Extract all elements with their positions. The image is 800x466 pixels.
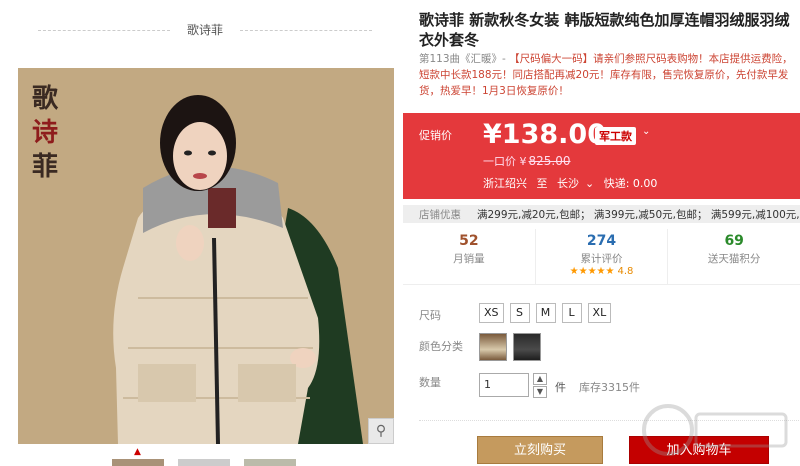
color-options [479, 333, 541, 361]
price-badge[interactable]: 军工款 [595, 127, 636, 145]
color-label: 颜色分类 [419, 340, 463, 353]
store-logo: 歌 诗 菲 [32, 82, 76, 184]
magnifier-icon[interactable]: ⚲ [368, 418, 394, 444]
thumbnail[interactable] [244, 459, 296, 466]
logo-char: 歌 [32, 84, 59, 114]
gallery: 歌诗菲 歌 诗 菲 ⚲ ▲ [0, 0, 405, 466]
stat-reviews[interactable]: 274 累计评价 ★★★★★ 4.8 [536, 229, 669, 284]
rating-stars: ★★★★★ 4.8 [536, 266, 668, 277]
product-page: 歌诗菲 歌 诗 菲 ⚲ ▲ 歌诗菲 新款秋冬女装 韩版短款纯色加厚连帽羽绒服羽绒… [0, 0, 800, 466]
stats-row: 52 月销量 274 累计评价 ★★★★★ 4.8 69 送天猫积分 [403, 229, 800, 285]
stat-points: 69 送天猫积分 [668, 229, 800, 284]
stat-label: 月销量 [453, 253, 485, 265]
ship-to-word: 至 [536, 177, 548, 190]
size-option[interactable]: XL [587, 303, 612, 323]
logo-char: 诗 [32, 118, 59, 148]
original-price: 一口价 ¥825.00 [483, 153, 571, 169]
size-option[interactable]: L [561, 303, 582, 323]
size-option[interactable]: S [509, 303, 530, 323]
ship-fee: 快递: 0.00 [603, 177, 658, 190]
quantity-input[interactable]: 1 [479, 373, 529, 397]
quantity-unit: 件 [555, 381, 566, 394]
color-swatch[interactable] [479, 333, 507, 361]
stock-count: 库存3315件 [579, 381, 640, 394]
ship-to-select[interactable]: 长沙 [557, 177, 579, 190]
price-panel: 促销价 ¥138.00 军工款 ⌄ 一口价 ¥825.00 浙江绍兴 至 长沙 ⌄… [403, 113, 800, 199]
promo-text: 满299元,减20元,包邮； 满399元,减50元,包邮； 满599元,减100… [477, 209, 800, 221]
decrement-icon[interactable]: ▼ [533, 386, 547, 398]
size-option[interactable]: XS [479, 303, 504, 323]
price-value: ¥138.00 [483, 119, 606, 150]
rating-value: 4.8 [617, 266, 634, 277]
orig-value: 825.00 [528, 154, 571, 168]
quantity-stepper: ▲ ▼ [533, 373, 547, 399]
stat-number: 52 [459, 233, 479, 249]
chevron-down-icon[interactable]: ⌄ [642, 126, 650, 137]
store-name[interactable]: 歌诗菲 [170, 21, 240, 38]
subtitle-prefix: 第113曲《汇暖》- [419, 53, 510, 65]
thumbnail[interactable] [112, 459, 164, 466]
size-label: 尺码 [419, 309, 441, 322]
watermark-logo [642, 404, 788, 456]
stat-label: 送天猫积分 [707, 253, 761, 265]
divider [38, 30, 170, 31]
orig-label: 一口价 ¥ [483, 155, 527, 168]
stat-monthly-sales: 52 月销量 [403, 229, 536, 284]
star-icons: ★★★★★ [569, 266, 615, 277]
buy-now-button[interactable]: 立刻购买 [477, 436, 603, 464]
logo-char: 菲 [32, 152, 59, 182]
chevron-down-icon[interactable]: ⌄ [585, 177, 594, 190]
thumbnail[interactable] [178, 459, 230, 466]
quantity-label: 数量 [419, 376, 441, 389]
stat-label: 累计评价 [580, 253, 623, 265]
promo-label: 店铺优惠 [419, 209, 461, 221]
stat-number: 274 [586, 233, 617, 249]
divider [240, 30, 372, 31]
product-main-image[interactable]: 歌 诗 菲 ⚲ [18, 68, 394, 444]
ship-from: 浙江绍兴 [483, 177, 527, 190]
price-label: 促销价 [419, 129, 452, 142]
increment-icon[interactable]: ▲ [533, 373, 547, 385]
promo-bar: 店铺优惠 满299元,减20元,包邮； 满399元,减50元,包邮； 满599元,… [403, 205, 800, 223]
caret-up-icon: ▲ [134, 447, 141, 457]
stat-number: 69 [724, 233, 744, 249]
color-swatch[interactable] [513, 333, 541, 361]
shipping-info: 浙江绍兴 至 长沙 ⌄ 快递: 0.00 [483, 175, 663, 191]
product-title: 歌诗菲 新款秋冬女装 韩版短款纯色加厚连帽羽绒服羽绒衣外套冬 [419, 11, 790, 49]
size-options: XS S M L XL [479, 303, 612, 323]
product-info: 歌诗菲 新款秋冬女装 韩版短款纯色加厚连帽羽绒服羽绒衣外套冬 第113曲《汇暖》… [403, 0, 800, 466]
size-option[interactable]: M [535, 303, 556, 323]
product-subtitle: 第113曲《汇暖》- 【尺码偏大一码】请亲们参照尺码表购物！本店提供运费险，短款… [419, 51, 800, 99]
